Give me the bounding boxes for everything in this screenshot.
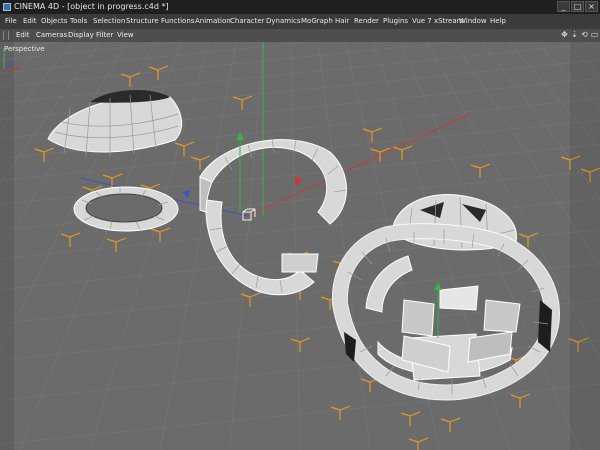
viewport-menu-display[interactable]: Display [68,31,94,39]
menu-functions[interactable]: Functions [161,17,194,25]
cinema4d-window: CINEMA 4D - [object in progress.c4d *] _… [0,0,600,450]
bounding-box-corner [148,65,169,80]
grid-line [0,42,600,104]
bounding-box-corner [408,437,429,450]
window-title: CINEMA 4D - [object in progress.c4d *] [14,2,169,11]
viewport-menu-view[interactable]: View [117,31,134,39]
menu-edit[interactable]: Edit [23,17,37,25]
bounding-box-corner [102,173,123,188]
bounding-box-corner [60,232,81,247]
viewport-left-shade [0,42,14,450]
maximize-icon[interactable]: □ [571,1,584,12]
perspective-viewport[interactable]: Perspective [0,42,600,450]
menu-help[interactable]: Help [490,17,506,25]
mesh-top-cap[interactable] [47,89,183,157]
bounding-box-corner [400,411,421,426]
menu-mograph[interactable]: MoGraph [301,17,333,25]
bounding-box-corner [370,147,391,162]
menu-character[interactable]: Character [230,17,265,25]
menu-structure[interactable]: Structure [126,17,159,25]
bounding-box-corner [470,163,491,178]
menu-window[interactable]: Window [459,17,487,25]
menu-dynamics[interactable]: Dynamics [266,17,301,25]
move-view-icon[interactable]: ✥ [560,30,569,40]
viewport-menu-cameras[interactable]: Cameras [36,31,67,39]
bounding-box-corner [232,95,253,110]
mesh-ring[interactable] [73,186,179,232]
menu-objects[interactable]: Objects [41,17,67,25]
menu-hair[interactable]: Hair [335,17,349,25]
menu-animation[interactable]: Animation [195,17,231,25]
scene-canvas[interactable] [0,42,600,450]
toggle-layout-icon[interactable]: ▭ [590,30,599,40]
menu-file[interactable]: File [5,17,17,25]
bounding-box-corner [440,417,461,432]
bounding-box-corner [362,127,383,142]
title-bar: CINEMA 4D - [object in progress.c4d *] _… [0,0,600,14]
rotate-view-icon[interactable]: ⟲ [580,30,589,40]
close-icon[interactable]: × [585,1,598,12]
menu-render[interactable]: Render [354,17,379,25]
viewport-menu-edit[interactable]: Edit [16,31,30,39]
main-menu-bar: File Edit Objects Tools Selection Struct… [0,14,600,30]
grid-line [290,42,301,450]
bounding-box-corner [510,393,531,408]
menu-selection[interactable]: Selection [93,17,125,25]
bounding-box-corner [240,292,261,307]
orientation-axis-icon [3,48,21,71]
viewport-menu-filter[interactable]: Filter [96,31,113,39]
menu-plugins[interactable]: Plugins [383,17,408,25]
mesh-sphere-assembly[interactable] [331,194,561,401]
grid-line [229,42,265,450]
dolly-view-icon[interactable]: ⇣ [570,30,579,40]
minimize-icon[interactable]: _ [557,1,570,12]
cinema4d-icon [3,3,11,11]
menu-tools[interactable]: Tools [70,17,87,25]
bounding-box-corner [330,405,351,420]
bounding-box-corner [120,72,141,87]
mesh-spiral-band[interactable] [199,138,347,296]
bounding-box-corner [290,337,311,352]
viewport-right-shade [570,42,600,450]
grid-line [0,42,459,88]
bounding-box-corner [106,237,127,252]
viewport-menu-bar: Edit Cameras Display Filter View ✥ ⇣ ⟲ ▭ [0,29,600,42]
menu-vue-xstream[interactable]: Vue 7 xStream [412,17,463,25]
bounding-box-corner [392,145,413,160]
toolbar-grip[interactable] [3,31,9,40]
bounding-box-corner [150,227,171,242]
